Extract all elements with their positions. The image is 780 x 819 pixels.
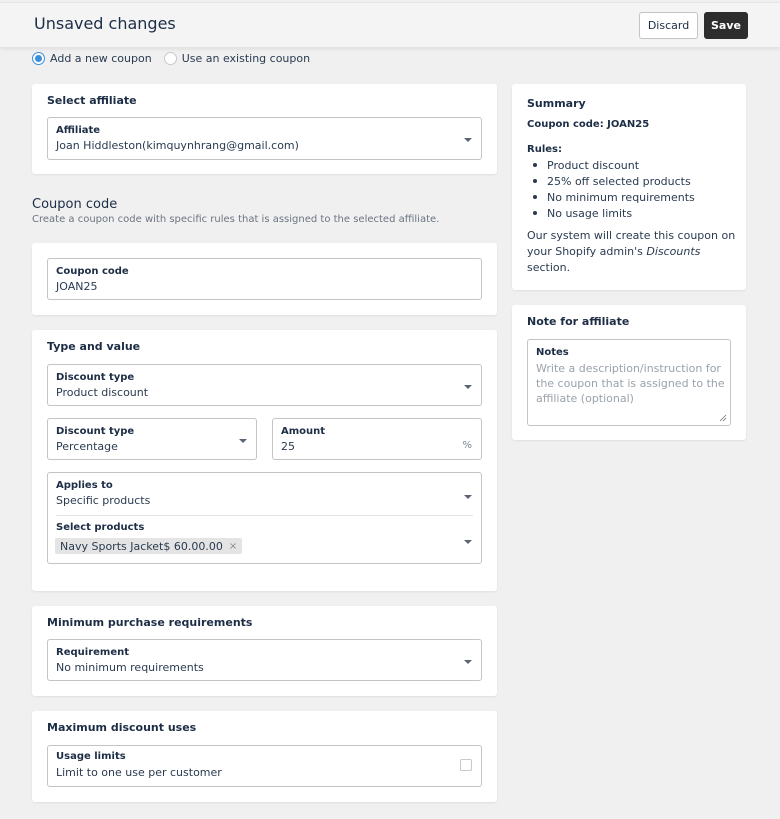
value-type-select[interactable]: Discount type Percentage: [47, 418, 257, 460]
rule-text: 25% off selected products: [547, 174, 691, 188]
minimum-purchase-card: Minimum purchase requirements Requiremen…: [32, 606, 497, 696]
rule-text: No minimum requirements: [547, 190, 695, 204]
field-label: Amount: [281, 426, 326, 437]
note-emphasis: Discounts: [646, 245, 701, 258]
bullet-icon: [533, 163, 537, 167]
coupon-code-heading: Coupon code: [32, 197, 118, 212]
coupon-code-card: Coupon code JOAN25: [32, 243, 497, 315]
field-label: Usage limits: [56, 751, 126, 762]
radio-checked-icon[interactable]: [32, 52, 45, 65]
field-label: Discount type: [56, 426, 135, 437]
radio-label: Use an existing coupon: [181, 52, 311, 65]
applies-to-select[interactable]: Applies to Specific products: [48, 473, 481, 516]
caret-down-icon: [464, 660, 472, 664]
amount-input[interactable]: Amount 25 %: [272, 418, 482, 460]
rule-item: Product discount: [527, 157, 695, 173]
field-value: Limit to one use per customer: [56, 766, 222, 779]
type-and-value-card: Type and value Discount type Product dis…: [32, 330, 497, 591]
product-tag-label: Navy Sports Jacket$ 60.00.00: [60, 539, 223, 553]
radio-add-new-coupon[interactable]: Add a new coupon: [32, 52, 152, 65]
card-title: Type and value: [47, 340, 141, 353]
select-affiliate-card: Select affiliate Affiliate Joan Hiddlest…: [32, 84, 497, 174]
radio-unchecked-icon[interactable]: [163, 52, 177, 65]
notes-placeholder: Write a description/instruction for the …: [536, 362, 725, 405]
rule-text: Product discount: [547, 158, 640, 172]
field-value: Joan Hiddleston(kimquynhrang@gmail.com): [56, 139, 299, 152]
top-bar: Unsaved changes Discard Save: [0, 2, 780, 47]
rules-list: Product discount 25% off selected produc…: [527, 157, 695, 221]
coupon-code-description: Create a coupon code with specific rules…: [32, 214, 440, 225]
card-title: Select affiliate: [47, 94, 137, 107]
field-label: Requirement: [56, 647, 130, 658]
resize-handle-icon[interactable]: [719, 414, 727, 422]
summary-rules-label: Rules:: [527, 144, 562, 155]
field-label: Discount type: [56, 372, 135, 383]
rule-item: No usage limits: [527, 205, 695, 221]
field-value: Product discount: [56, 386, 149, 399]
summary-title: Summary: [527, 97, 586, 110]
caret-down-icon: [464, 385, 472, 389]
usage-limit-checkbox[interactable]: [460, 759, 472, 771]
field-label: Affiliate: [56, 125, 101, 136]
affiliate-select[interactable]: Affiliate Joan Hiddleston(kimquynhrang@g…: [47, 117, 482, 160]
radio-label: Add a new coupon: [50, 52, 152, 65]
note-text: Our system will create this coupon on yo…: [527, 229, 736, 258]
field-value: No minimum requirements: [56, 661, 204, 674]
field-label: Select products: [56, 522, 145, 533]
caret-down-icon: [464, 138, 472, 142]
card-title: Maximum discount uses: [47, 721, 197, 734]
card-title: Note for affiliate: [527, 315, 630, 328]
field-value: JOAN25: [56, 280, 98, 293]
summary-coupon-code: Coupon code: JOAN25: [527, 119, 650, 130]
radio-use-existing-coupon[interactable]: Use an existing coupon: [163, 52, 311, 65]
coupon-code-input[interactable]: Coupon code JOAN25: [47, 258, 482, 300]
field-label: Notes: [536, 347, 569, 358]
note-for-affiliate-card: Note for affiliate Notes Write a descrip…: [512, 305, 746, 440]
coupon-mode-radio-group: Add a new coupon Use an existing coupon: [32, 52, 322, 65]
caret-down-icon: [464, 540, 472, 544]
save-button[interactable]: Save: [704, 12, 748, 39]
note-text: section.: [527, 261, 571, 274]
bullet-icon: [533, 211, 537, 215]
applies-to-group: Applies to Specific products Select prod…: [47, 472, 482, 564]
field-value: Specific products: [56, 494, 151, 507]
percent-suffix: %: [462, 440, 472, 451]
summary-card: Summary Coupon code: JOAN25 Rules: Produ…: [512, 84, 746, 290]
requirement-select[interactable]: Requirement No minimum requirements: [47, 639, 482, 681]
usage-limits-field[interactable]: Usage limits Limit to one use per custom…: [47, 745, 482, 787]
rule-item: 25% off selected products: [527, 173, 695, 189]
rule-item: No minimum requirements: [527, 189, 695, 205]
summary-note: Our system will create this coupon on yo…: [527, 228, 737, 276]
discard-button[interactable]: Discard: [639, 12, 698, 39]
field-value: 25: [281, 440, 295, 453]
card-title: Minimum purchase requirements: [47, 616, 253, 629]
maximum-discount-uses-card: Maximum discount uses Usage limits Limit…: [32, 711, 497, 802]
caret-down-icon: [239, 439, 247, 443]
product-tag: Navy Sports Jacket$ 60.00.00 ×: [55, 538, 243, 554]
notes-textarea[interactable]: Notes Write a description/instruction fo…: [527, 339, 731, 426]
discount-type-select[interactable]: Discount type Product discount: [47, 364, 482, 406]
field-label: Coupon code: [56, 266, 129, 277]
caret-down-icon: [464, 495, 472, 499]
field-value: Percentage: [56, 440, 118, 453]
field-label: Applies to: [56, 480, 113, 491]
remove-tag-icon[interactable]: ×: [229, 541, 237, 552]
bullet-icon: [533, 195, 537, 199]
bullet-icon: [533, 179, 537, 183]
rule-text: No usage limits: [547, 206, 633, 220]
select-products-select[interactable]: Select products Navy Sports Jacket$ 60.0…: [48, 516, 481, 564]
page-title: Unsaved changes: [34, 14, 176, 33]
